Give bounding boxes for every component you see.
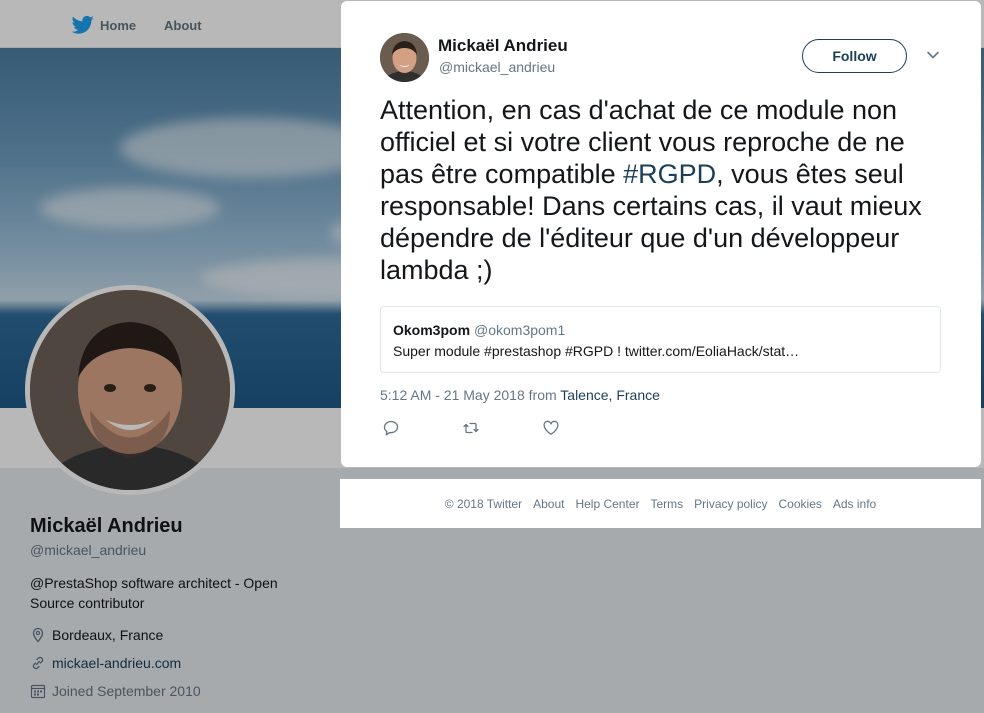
tweet-author-name[interactable]: Mickaël Andrieu	[438, 36, 568, 56]
hashtag-link[interactable]: #RGPD	[623, 159, 716, 189]
quoted-tweet-text: Super module #prestashop #RGPD ! twitter…	[393, 343, 800, 359]
tweet-author-avatar[interactable]	[380, 33, 429, 82]
modal-footer: © 2018 Twitter About Help Center Terms P…	[340, 479, 981, 528]
tweet-modal: Mickaël Andrieu @mickael_andrieu Follow …	[341, 1, 981, 467]
reply-icon[interactable]	[382, 419, 400, 437]
author-photo	[380, 33, 429, 82]
quoted-author-name: Okom3pom	[393, 322, 471, 338]
footer-link-about[interactable]: About	[533, 497, 564, 511]
tweet-time-label[interactable]: 5:12 AM - 21 May 2018 from	[380, 387, 560, 403]
tweet-text: Attention, en cas d'achat de ce module n…	[380, 94, 950, 286]
footer-link-terms[interactable]: Terms	[650, 497, 683, 511]
footer-link-ads-info[interactable]: Ads info	[833, 497, 876, 511]
follow-button[interactable]: Follow	[802, 39, 907, 73]
tweet-location-link[interactable]: Talence, France	[560, 387, 660, 403]
chevron-down-icon[interactable]	[924, 46, 942, 64]
tweet-timestamp: 5:12 AM - 21 May 2018 from Talence, Fran…	[380, 387, 660, 403]
quoted-author-handle: @okom3pom1	[474, 322, 566, 338]
footer-link-privacy[interactable]: Privacy policy	[694, 497, 767, 511]
footer-link-help-center[interactable]: Help Center	[575, 497, 639, 511]
footer-link-cookies[interactable]: Cookies	[779, 497, 822, 511]
like-icon[interactable]	[542, 419, 560, 437]
footer-copyright: © 2018 Twitter	[444, 496, 523, 511]
retweet-icon[interactable]	[462, 419, 480, 437]
tweet-author-handle[interactable]: @mickael_andrieu	[439, 59, 555, 75]
quoted-tweet[interactable]: Okom3pom @okom3pom1 Super module #presta…	[380, 306, 941, 373]
